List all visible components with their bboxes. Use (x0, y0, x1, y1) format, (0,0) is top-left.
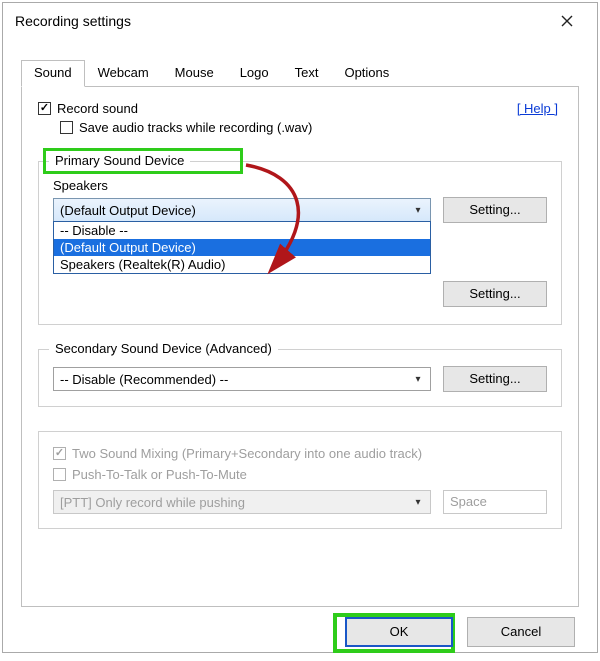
cancel-button[interactable]: Cancel (467, 617, 575, 647)
tabpanel-sound: [ Help ] Record sound Save audio tracks … (21, 87, 579, 607)
speakers-option-default[interactable]: (Default Output Device) (54, 239, 430, 256)
dialog-button-row: OK Cancel (3, 607, 597, 661)
ok-button[interactable]: OK (345, 617, 453, 647)
recording-settings-dialog: Recording settings Sound Webcam Mouse Lo… (2, 2, 598, 653)
tab-sound[interactable]: Sound (21, 60, 85, 87)
save-wav-label: Save audio tracks while recording (.wav) (79, 120, 312, 135)
speakers-dropdown-list: -- Disable -- (Default Output Device) Sp… (53, 221, 431, 274)
ptt-mode-combobox: [PTT] Only record while pushing ▾ (53, 490, 431, 514)
secondary-sound-device-group: Secondary Sound Device (Advanced) -- Dis… (38, 349, 562, 407)
tab-options[interactable]: Options (331, 60, 402, 87)
ptt-hotkey-field: Space (443, 490, 547, 514)
mixing-group: Two Sound Mixing (Primary+Secondary into… (38, 431, 562, 529)
tab-text[interactable]: Text (282, 60, 332, 87)
two-sound-mixing-label: Two Sound Mixing (Primary+Secondary into… (72, 446, 422, 461)
primary-sound-device-group: Primary Sound Device Speakers (Default O… (38, 161, 562, 325)
tab-mouse[interactable]: Mouse (162, 60, 227, 87)
save-wav-checkbox[interactable] (60, 121, 73, 134)
help-link[interactable]: [ Help ] (517, 101, 558, 116)
secondary-setting-button[interactable]: Setting... (443, 366, 547, 392)
record-sound-label: Record sound (57, 101, 138, 116)
chevron-down-icon: ▾ (410, 497, 426, 508)
microphone-setting-button[interactable]: Setting... (443, 281, 547, 307)
speakers-combobox[interactable]: (Default Output Device) ▾ (53, 198, 431, 222)
speakers-option-disable[interactable]: -- Disable -- (54, 222, 430, 239)
secondary-group-title: Secondary Sound Device (Advanced) (49, 341, 278, 356)
secondary-selected-value: -- Disable (Recommended) -- (60, 372, 228, 387)
tab-logo[interactable]: Logo (227, 60, 282, 87)
speakers-option-realtek[interactable]: Speakers (Realtek(R) Audio) (54, 256, 430, 273)
ptt-checkbox-label: Push-To-Talk or Push-To-Mute (72, 467, 247, 482)
ptt-checkbox (53, 468, 66, 481)
primary-group-title: Primary Sound Device (49, 153, 190, 168)
chevron-down-icon: ▾ (410, 374, 426, 385)
close-icon (561, 15, 573, 27)
speakers-label: Speakers (53, 178, 547, 193)
window-title: Recording settings (15, 13, 131, 29)
chevron-down-icon: ▾ (410, 205, 426, 216)
two-sound-mixing-checkbox (53, 447, 66, 460)
speakers-setting-button[interactable]: Setting... (443, 197, 547, 223)
tabstrip: Sound Webcam Mouse Logo Text Options (21, 59, 579, 87)
record-sound-checkbox[interactable] (38, 102, 51, 115)
secondary-device-combobox[interactable]: -- Disable (Recommended) -- ▾ (53, 367, 431, 391)
titlebar: Recording settings (3, 3, 597, 39)
ptt-mode-value: [PTT] Only record while pushing (60, 495, 245, 510)
speakers-selected-value: (Default Output Device) (60, 203, 196, 218)
tab-webcam[interactable]: Webcam (85, 60, 162, 87)
close-button[interactable] (547, 7, 587, 35)
